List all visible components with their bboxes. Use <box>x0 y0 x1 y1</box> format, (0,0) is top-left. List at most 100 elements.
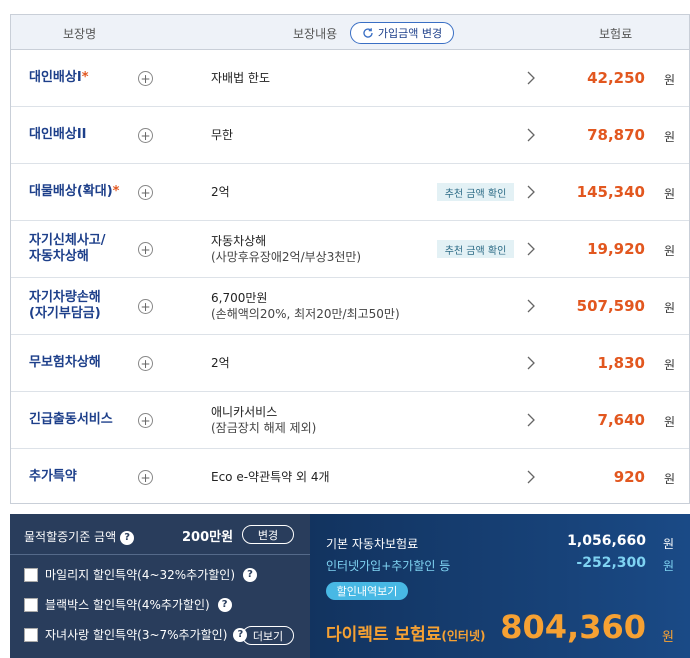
coverage-row: 무보험차상해 + 2억 1,830 원 <box>11 335 689 392</box>
header-premium: 보험료 <box>599 27 633 41</box>
discount-options-panel: 물적할증기준 금액? 200만원 변경 마일리지 할인특약(4~32%추가할인)… <box>10 514 310 658</box>
chevron-right-icon[interactable] <box>525 299 537 313</box>
top-strip <box>0 0 690 10</box>
chevron-right-icon[interactable] <box>525 242 537 256</box>
coverage-row: 대인배상I* + 자배법 한도 42,250 원 <box>11 50 689 107</box>
header-coverage-name: 보장명 <box>63 27 97 41</box>
coverage-name: 대물배상(확대)* <box>29 184 120 199</box>
coverage-table: 보장명 보장내용 가입금액 변경 보험료 대인배상I* + 자배법 한도 42,… <box>10 14 690 504</box>
coverage-name: 대인배상I* <box>29 70 89 85</box>
coverage-detail: 무한 <box>211 128 234 142</box>
discount-detail-button[interactable]: 할인내역보기 <box>326 582 408 600</box>
help-icon[interactable]: ? <box>120 530 135 545</box>
coverage-name: 무보험차상해 <box>29 355 101 370</box>
plus-icon[interactable]: + <box>138 470 153 485</box>
change-amount-button[interactable]: 가입금액 변경 <box>350 22 454 44</box>
coverage-row: 자기신체사고/자동차상해 + 자동차상해 (사망후유장애2억/부상3천만) 추천 … <box>11 221 689 278</box>
plus-icon[interactable]: + <box>138 71 153 86</box>
plus-icon[interactable]: + <box>138 185 153 200</box>
discount-label: 인터넷가입+추가할인 등 <box>326 559 451 573</box>
coverage-detail: 자배법 한도 <box>211 71 271 85</box>
plus-icon[interactable]: + <box>138 128 153 143</box>
coverage-row: 추가특약 + Eco e-약관특약 외 4개 920 원 <box>11 449 689 506</box>
premium-summary-panel: 기본 자동차보험료 1,056,660 원 인터넷가입+추가할인 등 -252,… <box>310 514 690 658</box>
premium-value: 78,870 <box>587 126 645 144</box>
recommend-amount-button[interactable]: 추천 금액 확인 <box>437 240 514 258</box>
direct-premium-label-sub: (인터넷) <box>441 629 486 643</box>
property-threshold-row: 물적할증기준 금액? 200만원 변경 <box>10 514 310 555</box>
header-coverage-content: 보장내용 <box>293 27 338 41</box>
premium-value: 920 <box>613 468 645 486</box>
coverage-detail: 자동차상해 (사망후유장애2억/부상3천만) <box>211 234 362 264</box>
required-mark: * <box>81 70 89 85</box>
refresh-icon <box>363 28 373 38</box>
mileage-option: 마일리지 할인특약(4~32%추가할인) ? <box>24 566 258 583</box>
discount-unit: 원 <box>662 559 674 573</box>
premium-value: 145,340 <box>576 183 645 201</box>
chevron-right-icon[interactable] <box>525 356 537 370</box>
coverage-row: 대인배상II + 무한 78,870 원 <box>11 107 689 164</box>
premium-value: 507,590 <box>576 297 645 315</box>
help-icon[interactable]: ? <box>217 597 232 612</box>
direct-premium-value: 804,360 <box>500 608 646 646</box>
help-icon[interactable]: ? <box>243 567 258 582</box>
premium-value: 7,640 <box>597 411 645 429</box>
premium-unit: 원 <box>663 130 675 144</box>
child-checkbox[interactable] <box>24 627 38 642</box>
mileage-label: 마일리지 할인특약(4~32%추가할인) <box>45 568 236 582</box>
coverage-row: 자기차량손해 (자기부담금) + 6,700만원 (손해액의20%, 최저20만/최… <box>11 278 689 335</box>
coverage-name: 자기신체사고/자동차상해 <box>29 233 106 264</box>
chevron-right-icon[interactable] <box>525 413 537 427</box>
premium-unit: 원 <box>663 358 675 372</box>
property-change-button[interactable]: 변경 <box>242 525 294 544</box>
premium-unit: 원 <box>663 73 675 87</box>
discount-value: -252,300 <box>576 555 646 571</box>
coverage-detail: Eco e-약관특약 외 4개 <box>211 470 330 484</box>
blackbox-checkbox[interactable] <box>24 597 38 612</box>
base-premium-unit: 원 <box>662 537 674 551</box>
recommend-amount-button[interactable]: 추천 금액 확인 <box>437 183 514 201</box>
direct-premium-unit: 원 <box>662 630 674 645</box>
property-threshold-label: 물적할증기준 금액? <box>24 528 135 545</box>
coverage-detail-sub: (잠금장치 해제 제외) <box>211 421 317 435</box>
coverage-row: 대물배상(확대)* + 2억 추천 금액 확인 145,340 원 <box>11 164 689 221</box>
change-amount-label: 가입금액 변경 <box>377 27 443 40</box>
chevron-right-icon[interactable] <box>525 71 537 85</box>
mileage-checkbox[interactable] <box>24 567 38 582</box>
premium-unit: 원 <box>663 244 675 258</box>
chevron-right-icon[interactable] <box>525 128 537 142</box>
chevron-right-icon[interactable] <box>525 185 537 199</box>
more-button[interactable]: 더보기 <box>242 626 294 645</box>
coverage-name: 추가특약 <box>29 469 77 484</box>
blackbox-option: 블랙박스 할인특약(4%추가할인) ? <box>24 596 232 613</box>
premium-unit: 원 <box>663 301 675 315</box>
base-premium-value: 1,056,660 <box>567 533 646 549</box>
base-premium-label: 기본 자동차보험료 <box>326 537 419 551</box>
premium-value: 1,830 <box>597 354 645 372</box>
coverage-detail-sub: (사망후유장애2억/부상3천만) <box>211 250 362 264</box>
coverage-detail: 6,700만원 (손해액의20%, 최저20만/최고50만) <box>211 291 400 321</box>
plus-icon[interactable]: + <box>138 356 153 371</box>
required-mark: * <box>112 184 120 199</box>
premium-value: 19,920 <box>587 240 645 258</box>
premium-unit: 원 <box>663 187 675 201</box>
plus-icon[interactable]: + <box>138 299 153 314</box>
coverage-row: 긴급출동서비스 + 애니카서비스 (잠금장치 해제 제외) 7,640 원 <box>11 392 689 449</box>
child-label: 자녀사랑 할인특약(3~7%추가할인) <box>45 628 228 642</box>
plus-icon[interactable]: + <box>138 413 153 428</box>
premium-unit: 원 <box>663 472 675 486</box>
child-option: 자녀사랑 할인특약(3~7%추가할인) ? <box>24 626 248 643</box>
plus-icon[interactable]: + <box>138 242 153 257</box>
chevron-right-icon[interactable] <box>525 470 537 484</box>
premium-value: 42,250 <box>587 69 645 87</box>
coverage-detail: 2억 <box>211 185 230 199</box>
coverage-detail: 2억 <box>211 356 230 370</box>
blackbox-label: 블랙박스 할인특약(4%추가할인) <box>45 598 210 612</box>
table-header: 보장명 보장내용 가입금액 변경 보험료 <box>11 15 689 50</box>
coverage-name: 대인배상II <box>29 127 87 142</box>
coverage-detail: 애니카서비스 (잠금장치 해제 제외) <box>211 405 317 435</box>
property-threshold-amount: 200만원 <box>182 530 234 545</box>
coverage-name: 자기차량손해 (자기부담금) <box>29 290 101 321</box>
premium-unit: 원 <box>663 415 675 429</box>
direct-premium-label: 다이렉트 보험료(인터넷) <box>326 625 486 645</box>
